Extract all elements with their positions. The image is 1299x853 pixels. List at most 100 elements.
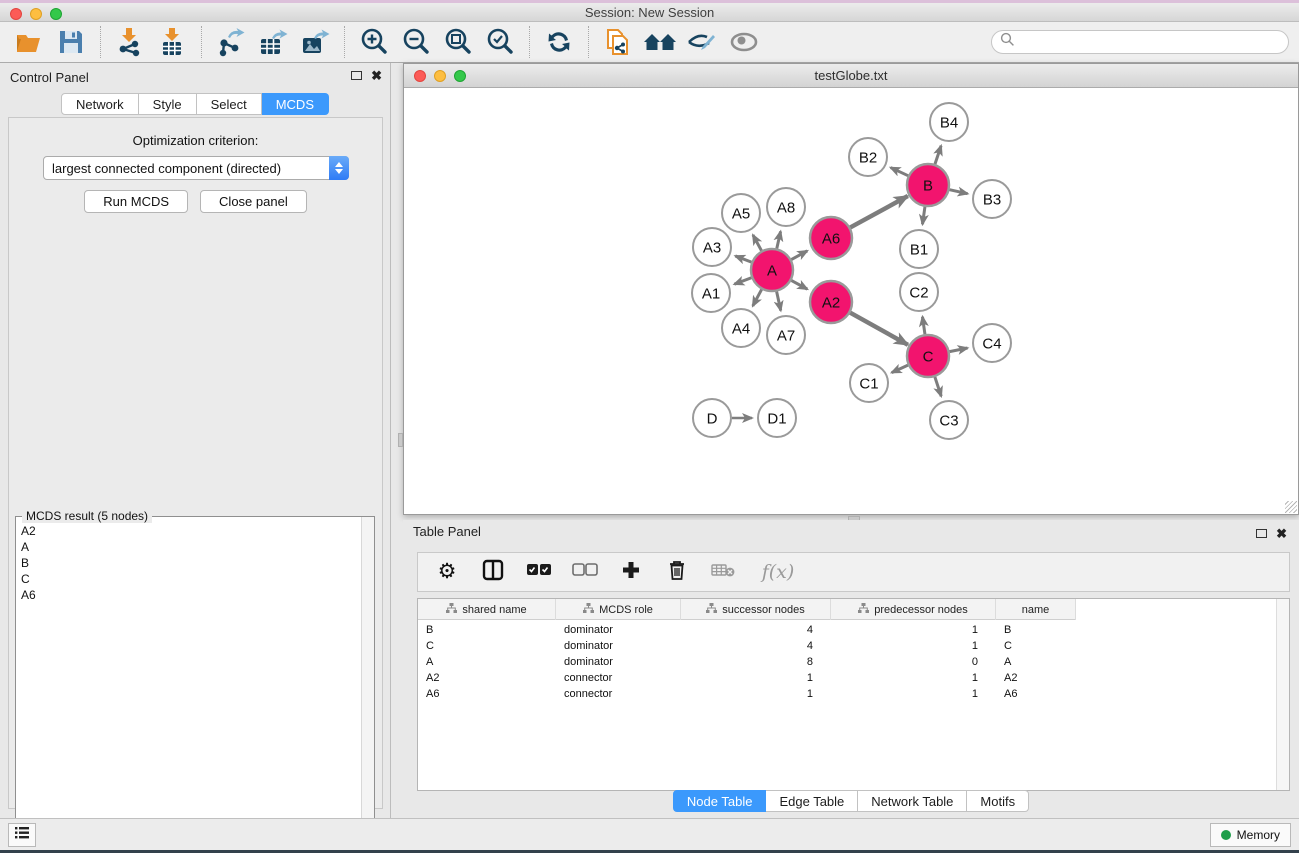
resize-grip[interactable] xyxy=(1285,501,1297,513)
column-header-MCDS-role[interactable]: MCDS role xyxy=(556,599,681,620)
edge-A-A4[interactable] xyxy=(753,289,762,306)
add-column-button[interactable] xyxy=(618,559,644,585)
tab-style[interactable]: Style xyxy=(139,93,197,115)
edge-A-A5[interactable] xyxy=(753,235,762,251)
tab-select[interactable]: Select xyxy=(197,93,262,115)
vertical-split-handle[interactable] xyxy=(398,433,403,447)
run-mcds-button[interactable]: Run MCDS xyxy=(84,190,188,213)
search-input[interactable] xyxy=(991,30,1289,54)
mcds-result-list[interactable]: A2ABCA6 xyxy=(17,523,361,853)
mcds-result-box: MCDS result (5 nodes) A2ABCA6 xyxy=(15,516,375,853)
edge-C-C4[interactable] xyxy=(950,348,968,352)
network-minimize-button[interactable] xyxy=(434,70,446,82)
select-all-button[interactable] xyxy=(526,559,552,585)
column-view-button[interactable] xyxy=(480,559,506,585)
table-row[interactable]: Adominator80A xyxy=(418,654,1076,670)
network-close-button[interactable] xyxy=(414,70,426,82)
gear-button[interactable]: ⚙ xyxy=(434,559,460,585)
close-panel-button[interactable]: Close panel xyxy=(200,190,307,213)
import-table-button[interactable] xyxy=(151,24,193,60)
result-item[interactable]: A2 xyxy=(17,523,361,539)
network-window-titlebar[interactable]: testGlobe.txt xyxy=(404,64,1298,88)
delete-table-button[interactable] xyxy=(710,559,736,585)
edge-A6-B[interactable] xyxy=(850,196,908,227)
copy-network-button[interactable] xyxy=(597,24,639,60)
edge-B-B4[interactable] xyxy=(935,146,941,164)
table-row[interactable]: A2connector11A2 xyxy=(418,670,1076,686)
export-image-button[interactable] xyxy=(294,24,336,60)
tab-motifs[interactable]: Motifs xyxy=(967,790,1029,812)
zoom-fit-button[interactable] xyxy=(437,24,479,60)
result-item[interactable]: A xyxy=(17,539,361,555)
network-canvas[interactable]: B4B2BB3A8A5A6A3B1AA1C2A2A4A7C4CC1C3DD1 xyxy=(404,89,1298,514)
edge-A-A1[interactable] xyxy=(734,278,751,284)
zoom-window-button[interactable] xyxy=(50,8,62,20)
tab-network-table[interactable]: Network Table xyxy=(858,790,967,812)
network-graph[interactable]: B4B2BB3A8A5A6A3B1AA1C2A2A4A7C4CC1C3DD1 xyxy=(404,89,1298,514)
home-button[interactable] xyxy=(639,24,681,60)
close-table-panel-icon[interactable]: ✖ xyxy=(1276,528,1287,539)
edge-C-C2[interactable] xyxy=(922,317,924,334)
column-header-predecessor-nodes[interactable]: predecessor nodes xyxy=(831,599,996,620)
zoom-in-button[interactable] xyxy=(353,24,395,60)
edge-A-A2[interactable] xyxy=(791,280,807,289)
column-header-shared-name[interactable]: shared name xyxy=(418,599,556,620)
node-label-C4: C4 xyxy=(982,335,1001,352)
open-session-button[interactable] xyxy=(8,24,50,60)
table-row[interactable]: Bdominator41B xyxy=(418,622,1076,638)
node-label-B3: B3 xyxy=(983,191,1001,208)
edge-A-A8[interactable] xyxy=(777,231,781,248)
edge-A-A7[interactable] xyxy=(777,292,781,311)
edge-A-A3[interactable] xyxy=(735,256,751,262)
zoom-out-button[interactable] xyxy=(395,24,437,60)
float-table-panel-icon[interactable] xyxy=(1256,529,1267,538)
tab-network[interactable]: Network xyxy=(61,93,139,115)
edge-B-B1[interactable] xyxy=(922,207,924,224)
tab-node-table[interactable]: Node Table xyxy=(673,790,767,812)
window-titlebar: Session: New Session xyxy=(0,3,1299,22)
table-row[interactable]: Cdominator41C xyxy=(418,638,1076,654)
memory-button[interactable]: Memory xyxy=(1210,823,1291,847)
edge-B-B3[interactable] xyxy=(949,190,967,194)
zoom-selected-icon xyxy=(485,27,515,57)
edge-A-A6[interactable] xyxy=(791,251,807,260)
close-window-button[interactable] xyxy=(10,8,22,20)
result-scrollbar[interactable] xyxy=(361,517,374,853)
criterion-select[interactable]: largest connected component (directed) xyxy=(43,156,349,180)
edge-A2-C[interactable] xyxy=(850,313,908,345)
gear-icon: ⚙ xyxy=(438,561,457,583)
node-table[interactable]: shared nameMCDS rolesuccessor nodesprede… xyxy=(417,598,1290,791)
import-network-button[interactable] xyxy=(109,24,151,60)
deselect-all-button[interactable] xyxy=(572,559,598,585)
table-scrollbar[interactable] xyxy=(1276,599,1289,790)
tab-edge-table[interactable]: Edge Table xyxy=(766,790,858,812)
table-row[interactable]: A6connector11A6 xyxy=(418,686,1076,702)
result-item[interactable]: C xyxy=(17,571,361,587)
column-header-successor-nodes[interactable]: successor nodes xyxy=(681,599,831,620)
task-history-button[interactable] xyxy=(8,823,36,847)
hide-annotations-button[interactable] xyxy=(681,24,723,60)
function-builder-button[interactable]: f(x) xyxy=(756,559,800,585)
export-network-button[interactable] xyxy=(210,24,252,60)
tab-mcds[interactable]: MCDS xyxy=(262,93,329,115)
column-header-name[interactable]: name xyxy=(996,599,1076,620)
minimize-window-button[interactable] xyxy=(30,8,42,20)
edge-C-C3[interactable] xyxy=(935,377,941,396)
result-item[interactable]: A6 xyxy=(17,587,361,603)
save-session-button[interactable] xyxy=(50,24,92,60)
close-panel-icon[interactable]: ✖ xyxy=(371,70,382,81)
refresh-button[interactable] xyxy=(538,24,580,60)
control-panel-tabs: NetworkStyleSelectMCDS xyxy=(0,93,390,115)
float-panel-icon[interactable] xyxy=(351,71,362,80)
edge-C-C1[interactable] xyxy=(892,365,908,372)
table-cell: A xyxy=(418,654,556,670)
result-item[interactable]: B xyxy=(17,555,361,571)
network-zoom-button[interactable] xyxy=(454,70,466,82)
memory-status-icon xyxy=(1221,830,1231,840)
edge-B-B2[interactable] xyxy=(891,168,908,176)
export-table-button[interactable] xyxy=(252,24,294,60)
node-label-A: A xyxy=(767,262,777,279)
zoom-selected-button[interactable] xyxy=(479,24,521,60)
show-annotations-button[interactable] xyxy=(723,24,765,60)
delete-button[interactable] xyxy=(664,559,690,585)
